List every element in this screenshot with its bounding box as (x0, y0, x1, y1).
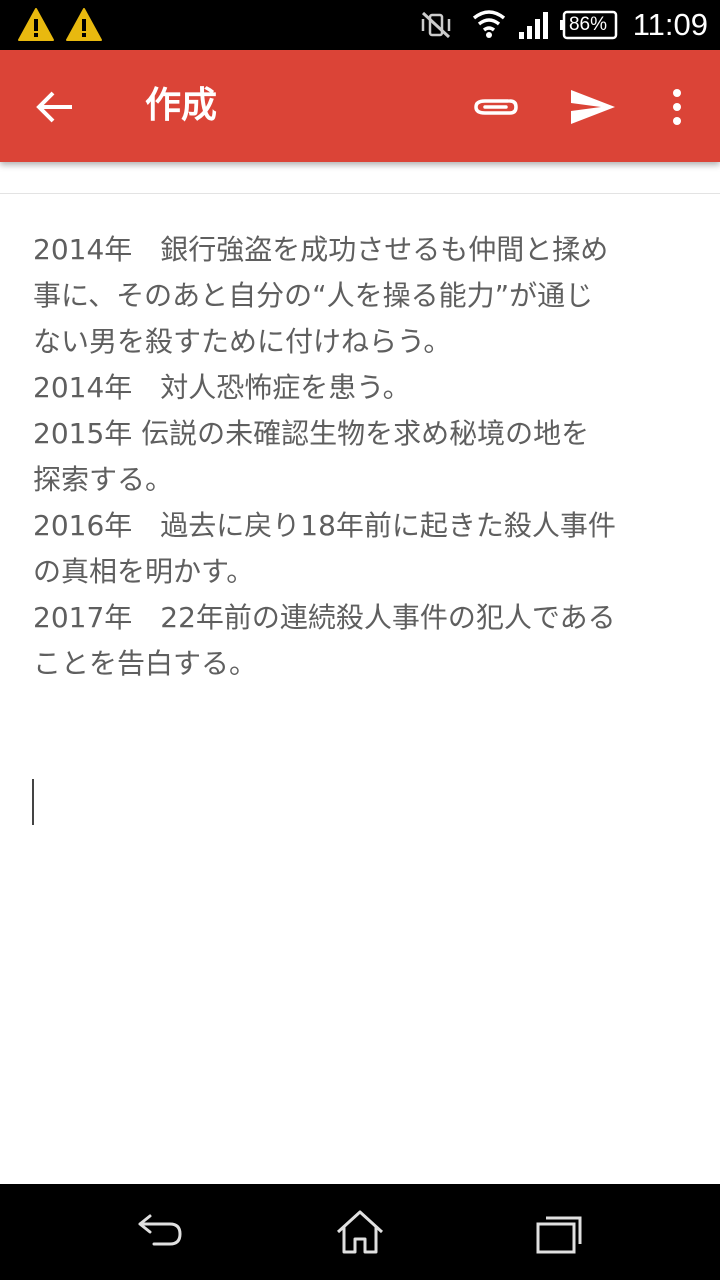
warning-icon (18, 8, 54, 41)
signal-icon (519, 12, 548, 39)
vibrate-off-icon (421, 11, 451, 39)
battery-level: 86% (568, 14, 608, 35)
compose-line: 2017年 22年前の連続殺人事件の犯人である (33, 601, 616, 634)
send-button[interactable] (565, 82, 621, 132)
compose-line: 2015年 伝説の未確認生物を求め秘境の地を (33, 417, 590, 450)
status-bar: 86% 11:09 (0, 0, 720, 50)
clock: 11:09 (632, 7, 708, 42)
compose-line: ことを告白する。 (33, 647, 258, 680)
nav-back-icon[interactable] (134, 1210, 186, 1254)
paperclip-icon (474, 99, 518, 115)
compose-line: ない男を殺すために付けねらう。 (33, 325, 452, 358)
nav-home-icon[interactable] (334, 1208, 386, 1256)
compose-line: 2014年 銀行強盗を成功させるも仲間と揉め (33, 233, 609, 266)
warning-icon (66, 8, 102, 41)
compose-line: の真相を明かす。 (33, 555, 255, 588)
compose-line: 2016年 過去に戻り18年前に起きた殺人事件 (33, 509, 616, 542)
back-button[interactable] (30, 82, 80, 132)
compose-body-field[interactable]: 2014年 銀行強盗を成功させるも仲間と揉め 事に、そのあと自分の“人を操る能力… (33, 227, 703, 687)
compose-line: 事に、そのあと自分の“人を操る能力”が通じ (33, 279, 594, 312)
wifi-icon (472, 10, 506, 38)
compose-line: 探索する。 (33, 463, 174, 496)
more-options-button[interactable] (660, 82, 694, 132)
text-cursor (32, 779, 34, 825)
nav-recents-icon[interactable] (534, 1212, 586, 1256)
compose-line: 2014年 対人恐怖症を患う。 (33, 371, 411, 404)
app-bar: 作成 (0, 50, 720, 162)
back-arrow-icon (36, 91, 72, 123)
send-icon (571, 90, 615, 124)
page-title: 作成 (145, 85, 218, 126)
attach-button[interactable] (468, 82, 524, 132)
divider (0, 193, 720, 194)
navigation-bar (0, 1184, 720, 1280)
more-vert-icon (673, 89, 681, 125)
